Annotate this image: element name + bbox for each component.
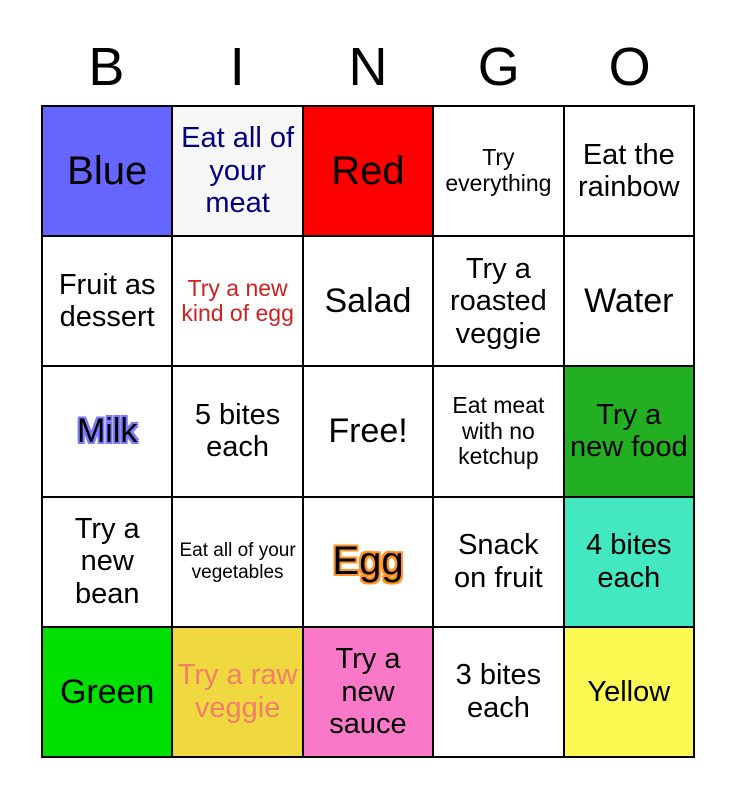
bingo-cell-label: Egg [332,539,404,584]
bingo-cell-label: Try everything [445,144,552,197]
bingo-cell-r2-c1[interactable]: Fruit as dessert [43,237,174,368]
bingo-cell-label: 3 bites each [455,659,542,724]
bingo-cell-r3-c1[interactable]: Milk [43,367,174,498]
bingo-cell-r5-c3[interactable]: Try a new sauce [303,627,435,758]
bingo-cell-label: Free! [328,412,408,451]
header-letter-i: I [229,37,245,97]
bingo-cell-r4-c2[interactable]: Eat all of your vegetables [173,497,304,628]
header-letter-g: G [477,37,520,97]
bingo-cell-label: Try a raw veggie [177,659,298,724]
bingo-cell-r4-c4[interactable]: Snack on fruit [434,497,565,628]
bingo-cell-r2-c3[interactable]: Salad [303,237,435,368]
header-letter-b: B [88,37,125,97]
bingo-cell-label: Try a new sauce [329,643,407,741]
bingo-cell-r5-c2[interactable]: Try a raw veggie [173,627,304,758]
bingo-cell-label: Water [584,282,674,321]
bingo-cell-label: Eat the rainbow [578,138,680,204]
bingo-cell-label: 4 bites each [586,529,672,594]
bingo-cell-r5-c5[interactable]: Yellow [564,627,695,758]
bingo-cell-label: Salad [324,282,412,321]
bingo-cell-label: Eat meat with no ketchup [452,391,545,470]
bingo-cell-r3-c5[interactable]: Try a new food [564,367,695,498]
bingo-cell-r1-c2[interactable]: Eat all of your meat [173,107,304,238]
bingo-cell-label: Try a new kind of egg [181,274,294,327]
header-letter-o: O [608,37,651,97]
bingo-cell-r4-c3[interactable]: Egg [303,497,435,628]
header-letter-n: N [348,37,388,97]
bingo-header: B I N G O [41,32,695,102]
bingo-cell-r1-c4[interactable]: Try everything [434,107,565,238]
bingo-cell-r3-c3[interactable]: Free! [303,367,435,498]
bingo-cell-r4-c1[interactable]: Try a new bean [43,497,174,628]
bingo-cell-label: Snack on fruit [454,529,543,594]
bingo-cell-r4-c5[interactable]: 4 bites each [564,497,695,628]
bingo-cell-label: Blue [67,148,148,193]
bingo-cell-r2-c4[interactable]: Try a roasted veggie [434,237,565,368]
bingo-cell-r3-c2[interactable]: 5 bites each [173,367,304,498]
bingo-cell-r1-c5[interactable]: Eat the rainbow [564,107,695,238]
bingo-cell-label: Yellow [587,675,671,708]
bingo-cell-label: Eat all of your vegetables [179,540,296,583]
bingo-cell-r5-c1[interactable]: Green [43,627,174,758]
bingo-cell-label: Milk [76,412,138,451]
bingo-cell-label: Eat all of your meat [181,122,295,220]
bingo-cell-label: Try a new bean [74,512,140,610]
bingo-cell-label: 5 bites each [194,399,281,464]
bingo-cell-r1-c3[interactable]: Red [303,107,435,238]
bingo-cell-r1-c1[interactable]: Blue [43,107,174,238]
bingo-cell-label: Green [59,672,155,711]
bingo-cell-r2-c2[interactable]: Try a new kind of egg [173,237,304,368]
bingo-cell-r3-c4[interactable]: Eat meat with no ketchup [434,367,565,498]
bingo-cell-r5-c4[interactable]: 3 bites each [434,627,565,758]
bingo-grid: Blue Eat all of your meat Red Try everythin… [41,105,695,758]
bingo-cell-label: Try a roasted veggie [450,252,547,350]
bingo-cell-label: Fruit as dessert [58,268,156,334]
bingo-card: B I N G O Blue Eat all of your meat Red Try… [0,0,736,800]
bingo-cell-r2-c5[interactable]: Water [564,237,695,368]
bingo-cell-label: Try a new food [569,399,688,464]
bingo-cell-label: Red [331,148,405,193]
